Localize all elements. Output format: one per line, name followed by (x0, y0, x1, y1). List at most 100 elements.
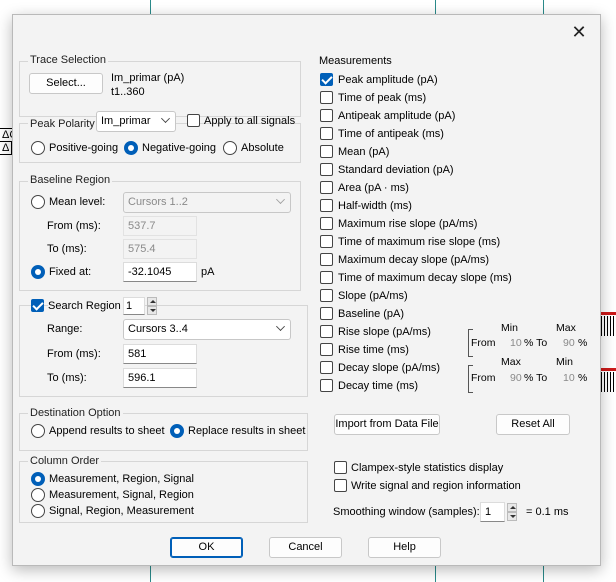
measurement-checkbox[interactable] (320, 253, 333, 266)
search-region-checkbox[interactable] (31, 299, 44, 312)
peak-polarity-title: Peak Polarity (28, 118, 97, 130)
clampex-checkbox[interactable] (334, 461, 347, 474)
select-trace-button[interactable]: Select... (29, 73, 103, 94)
rise-to-value[interactable]: 90 (563, 336, 575, 350)
baseline-from-field[interactable]: 537.7 (123, 216, 197, 236)
range-label: Range: (47, 323, 83, 335)
polarity-signal-value: Im_primar (101, 115, 151, 127)
measurement-checkbox[interactable] (320, 343, 333, 356)
mean-level-radio[interactable] (31, 195, 45, 209)
smoothing-spinner[interactable] (507, 503, 517, 521)
measurement-label: Time of peak (ms) (338, 92, 427, 104)
measurement-checkbox[interactable] (320, 307, 333, 320)
close-icon[interactable]: ✕ (570, 23, 588, 41)
rise-min-label: Min (501, 322, 518, 334)
measurement-label: Mean (pA) (338, 146, 390, 158)
write-signal-checkbox[interactable] (334, 479, 347, 492)
fixed-at-field[interactable]: -32.1045 (123, 262, 197, 282)
region-number-spinner[interactable] (147, 297, 157, 315)
fixed-at-label: Fixed at: (49, 266, 92, 278)
decay-to-value[interactable]: 10 (563, 371, 575, 385)
measurement-label: Time of antipeak (ms) (338, 128, 444, 140)
range-value: Cursors 3..4 (128, 323, 188, 335)
measurement-label: Decay time (ms) (338, 380, 419, 392)
fixed-at-radio[interactable] (31, 265, 45, 279)
column-order-mrs-radio[interactable] (31, 472, 45, 486)
spin-down-icon[interactable] (147, 306, 157, 315)
positive-going-radio[interactable] (31, 141, 45, 155)
measurement-checkbox[interactable] (320, 127, 333, 140)
measurement-label: Slope (pA/ms) (338, 290, 408, 302)
negative-going-label: Negative-going (142, 142, 216, 154)
measurement-checkbox[interactable] (320, 109, 333, 122)
measurement-label: Maximum rise slope (pA/ms) (338, 218, 478, 230)
rise-from-value[interactable]: 10 (510, 336, 522, 350)
negative-going-radio[interactable] (124, 141, 138, 155)
search-to-field[interactable]: 596.1 (123, 368, 197, 388)
decay-max-label: Max (501, 356, 521, 368)
signal-name: Im_primar (pA) (111, 72, 185, 84)
reset-all-button[interactable]: Reset All (496, 414, 570, 435)
polarity-signal-select[interactable]: Im_primar (96, 111, 176, 132)
column-order-srm-radio[interactable] (31, 504, 45, 518)
decay-min-label: Min (556, 356, 573, 368)
replace-results-label: Replace results in sheet (188, 425, 306, 437)
chevron-down-icon (276, 195, 285, 204)
measurement-checkbox[interactable] (320, 73, 333, 86)
search-region-number[interactable]: 1 (123, 297, 145, 315)
rise-pct-label: % (578, 337, 588, 349)
spin-up-icon[interactable] (147, 297, 157, 306)
absolute-radio[interactable] (223, 141, 237, 155)
measurement-label: Area (pA · ms) (338, 182, 409, 194)
column-order-msr-radio[interactable] (31, 488, 45, 502)
measurement-label: Rise slope (pA/ms) (338, 326, 431, 338)
mean-level-select[interactable]: Cursors 1..2 (123, 192, 291, 213)
trace-range: t1..360 (111, 86, 145, 98)
range-select[interactable]: Cursors 3..4 (123, 319, 291, 340)
apply-all-checkbox[interactable] (187, 114, 200, 127)
replace-results-radio[interactable] (170, 424, 184, 438)
spin-down-icon[interactable] (507, 512, 517, 521)
search-to-label: To (ms): (47, 372, 87, 384)
rise-from-label: From (471, 337, 496, 349)
cancel-button[interactable]: Cancel (269, 537, 342, 558)
measurement-checkbox[interactable] (320, 163, 333, 176)
column-order-mrs-label: Measurement, Region, Signal (49, 473, 194, 485)
measurement-checkbox[interactable] (320, 271, 333, 284)
baseline-to-field[interactable]: 575.4 (123, 239, 197, 259)
mean-level-label: Mean level: (49, 196, 106, 208)
column-order-srm-label: Signal, Region, Measurement (49, 505, 194, 517)
append-results-radio[interactable] (31, 424, 45, 438)
mean-level-value: Cursors 1..2 (128, 196, 188, 208)
spin-up-icon[interactable] (507, 503, 517, 512)
help-button[interactable]: Help (368, 537, 441, 558)
measurement-checkbox[interactable] (320, 145, 333, 158)
decay-to-label: % To (524, 372, 548, 384)
measurement-checkbox[interactable] (320, 181, 333, 194)
measurement-checkbox[interactable] (320, 235, 333, 248)
measurement-checkbox[interactable] (320, 199, 333, 212)
measurement-label: Half-width (ms) (338, 200, 412, 212)
measurement-checkbox[interactable] (320, 289, 333, 302)
measurement-checkbox[interactable] (320, 325, 333, 338)
decay-from-label: From (471, 372, 496, 384)
measurement-checkbox[interactable] (320, 217, 333, 230)
destination-option-title: Destination Option (28, 407, 123, 419)
rise-max-label: Max (556, 322, 576, 334)
measurement-checkbox[interactable] (320, 91, 333, 104)
rise-to-label: % To (524, 337, 548, 349)
column-order-msr-label: Measurement, Signal, Region (49, 489, 194, 501)
append-results-label: Append results to sheet (49, 425, 165, 437)
measurement-label: Rise time (ms) (338, 344, 409, 356)
smoothing-field[interactable]: 1 (480, 502, 505, 522)
ok-button[interactable]: OK (170, 537, 243, 558)
search-region-label: Search Region (48, 299, 124, 313)
fixed-unit-label: pA (201, 266, 215, 278)
measurement-label: Antipeak amplitude (pA) (338, 110, 456, 122)
chevron-down-icon (161, 114, 170, 123)
measurement-checkbox[interactable] (320, 379, 333, 392)
decay-from-value[interactable]: 90 (510, 371, 522, 385)
import-data-file-button[interactable]: Import from Data File (334, 414, 440, 435)
measurement-checkbox[interactable] (320, 361, 333, 374)
search-from-field[interactable]: 581 (123, 344, 197, 364)
